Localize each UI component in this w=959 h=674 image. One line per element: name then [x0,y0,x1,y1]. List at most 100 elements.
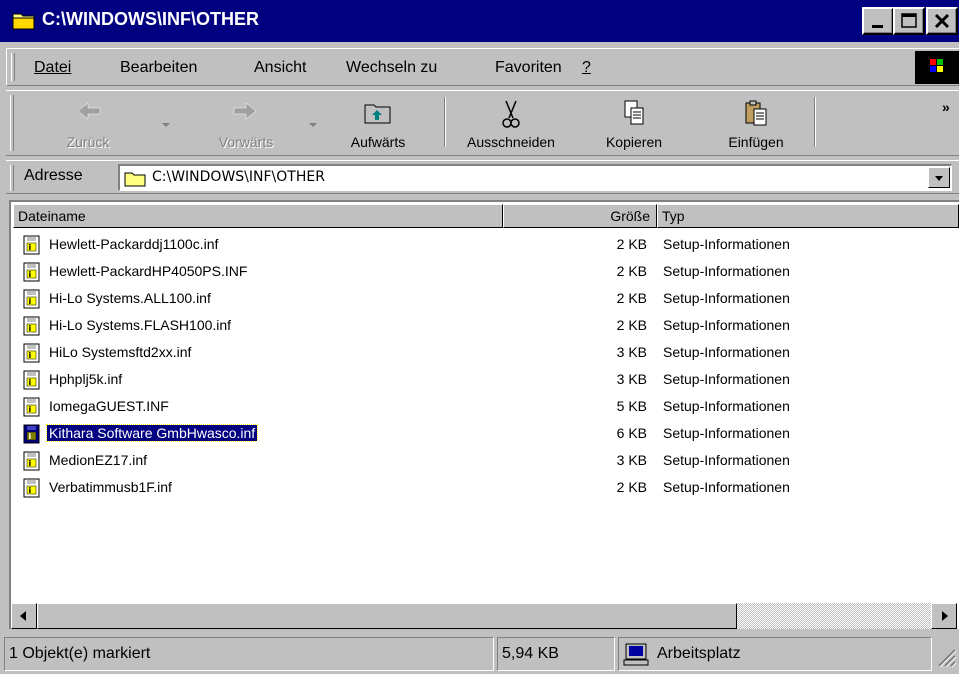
menu-favoriten[interactable]: Favoriten [495,59,562,77]
file-row[interactable]: i Verbatimmusb1F.inf 2 KB Setup-Informat… [11,475,957,502]
scroll-right-button[interactable] [931,603,957,629]
address-grip[interactable] [10,165,14,191]
file-row[interactable]: i HiLo Systemsftd2xx.inf 3 KB Setup-Info… [11,340,957,367]
file-type: Setup-Informationen [663,317,790,333]
paste-label: Einfügen [728,134,784,150]
svg-text:i: i [29,486,32,495]
horizontal-scrollbar[interactable] [11,603,957,629]
inf-file-icon: i [23,370,41,393]
cut-button[interactable]: Ausschneiden [446,93,576,153]
menu-help-label: ? [582,59,591,76]
address-input[interactable]: C:\WINDOWS\INF\OTHER [118,164,952,191]
menu-bearbeiten[interactable]: Bearbeiten [120,59,197,77]
inf-file-icon: i [23,424,41,447]
windows-logo [915,51,959,84]
forward-button[interactable]: Vorwärts [191,93,301,153]
paste-button[interactable]: Einfügen [706,93,806,153]
file-size: 2 KB [616,479,647,495]
menu-datei[interactable]: Datei [34,59,71,77]
forward-arrow-icon [232,99,260,127]
file-name: IomegaGUEST.INF [49,398,169,414]
file-size: 2 KB [616,236,647,252]
file-list[interactable]: Dateiname Größe Typ i Hewlett-Packarddj1… [9,200,959,629]
back-button[interactable]: Zurück [38,93,138,153]
arrow-left-icon [20,611,26,621]
minimize-button[interactable] [862,7,894,35]
file-row[interactable]: i Hewlett-Packarddj1100c.inf 2 KB Setup-… [11,232,957,259]
inf-file-icon: i [23,478,41,501]
back-label: Zurück [66,134,110,150]
svg-text:i: i [29,351,32,360]
paste-icon [743,99,769,131]
toolbar-grip[interactable] [10,95,14,151]
forward-dropdown-button[interactable] [303,93,323,153]
chevron-down-icon [162,123,170,127]
address-bar: Adresse C:\WINDOWS\INF\OTHER [6,160,959,194]
folder-icon [124,170,146,191]
svg-text:i: i [29,378,32,387]
address-label: Adresse [24,167,83,184]
minimize-icon [872,25,883,28]
inf-file-icon: i [23,289,41,312]
chevron-down-icon [309,123,317,127]
close-icon [934,13,950,29]
title-bar[interactable]: C:\WINDOWS\INF\OTHER [0,0,959,42]
scroll-left-button[interactable] [11,603,37,629]
cut-label: Ausschneiden [467,134,555,150]
file-name: Hewlett-Packarddj1100c.inf [49,236,219,252]
resize-grip[interactable] [935,646,957,672]
svg-text:i: i [29,270,32,279]
file-type: Setup-Informationen [663,236,790,252]
folder-up-icon [363,99,393,129]
chevron-down-icon [935,176,943,181]
copy-button[interactable]: Kopieren [584,93,684,153]
file-name: MedionEZ17.inf [49,452,148,468]
file-type: Setup-Informationen [663,452,790,468]
menu-wechseln-label: Wechseln zu [346,59,438,76]
back-dropdown-button[interactable] [156,93,176,153]
column-header-name[interactable]: Dateiname [13,204,503,228]
inf-file-icon: i [23,397,41,420]
scroll-thumb[interactable] [37,603,737,629]
address-value: C:\WINDOWS\INF\OTHER [152,169,325,185]
file-type: Setup-Informationen [663,425,790,441]
menu-grip[interactable] [11,53,15,81]
toolbar-overflow-button[interactable]: » [942,99,950,115]
file-row[interactable]: i Hi-Lo Systems.ALL100.inf 2 KB Setup-In… [11,286,957,313]
file-row[interactable]: i Hphplj5k.inf 3 KB Setup-Informationen [11,367,957,394]
menu-ansicht[interactable]: Ansicht [254,59,306,77]
status-size: 5,94 KB [497,637,615,671]
maximize-button[interactable] [893,7,925,35]
computer-icon [623,643,651,672]
inf-file-icon: i [23,343,41,366]
menu-favoriten-label: Favoriten [495,59,562,76]
menu-help[interactable]: ? [582,59,591,77]
menu-ansicht-label: Ansicht [254,59,307,76]
standard-toolbar: Zurück Vorwärts Aufwärts Ausschneiden Ko… [6,90,959,156]
inf-file-icon: i [23,262,41,285]
up-button[interactable]: Aufwärts [328,93,428,153]
file-row[interactable]: i MedionEZ17.inf 3 KB Setup-Informatione… [11,448,957,475]
file-row[interactable]: i Hi-Lo Systems.FLASH100.inf 2 KB Setup-… [11,313,957,340]
inf-file-icon: i [23,235,41,258]
file-row[interactable]: i Hewlett-PackardHP4050PS.INF 2 KB Setup… [11,259,957,286]
copy-label: Kopieren [605,134,663,150]
file-row-selected[interactable]: i Kithara Software GmbHwasco.inf 6 KB Se… [11,421,957,448]
menu-wechseln-zu[interactable]: Wechseln zu [346,59,437,77]
svg-text:i: i [29,459,32,468]
column-header-size[interactable]: Größe [503,204,657,228]
window-title: C:\WINDOWS\INF\OTHER [42,9,259,29]
column-header-type[interactable]: Typ [657,204,959,228]
file-name: Hi-Lo Systems.FLASH100.inf [49,317,232,333]
address-dropdown-button[interactable] [928,167,950,188]
status-selection: 1 Objekt(e) markiert [4,637,494,671]
toolbar-separator [814,97,816,147]
status-location-label: Arbeitsplatz [657,645,741,662]
status-location: Arbeitsplatz [618,637,932,671]
close-button[interactable] [926,7,958,35]
inf-file-icon: i [23,451,41,474]
menu-bar: Datei Bearbeiten Ansicht Wechseln zu Fav… [6,48,959,86]
file-type: Setup-Informationen [663,479,790,495]
file-row[interactable]: i IomegaGUEST.INF 5 KB Setup-Information… [11,394,957,421]
status-bar: 1 Objekt(e) markiert 5,94 KB Arbeitsplat… [0,634,959,674]
